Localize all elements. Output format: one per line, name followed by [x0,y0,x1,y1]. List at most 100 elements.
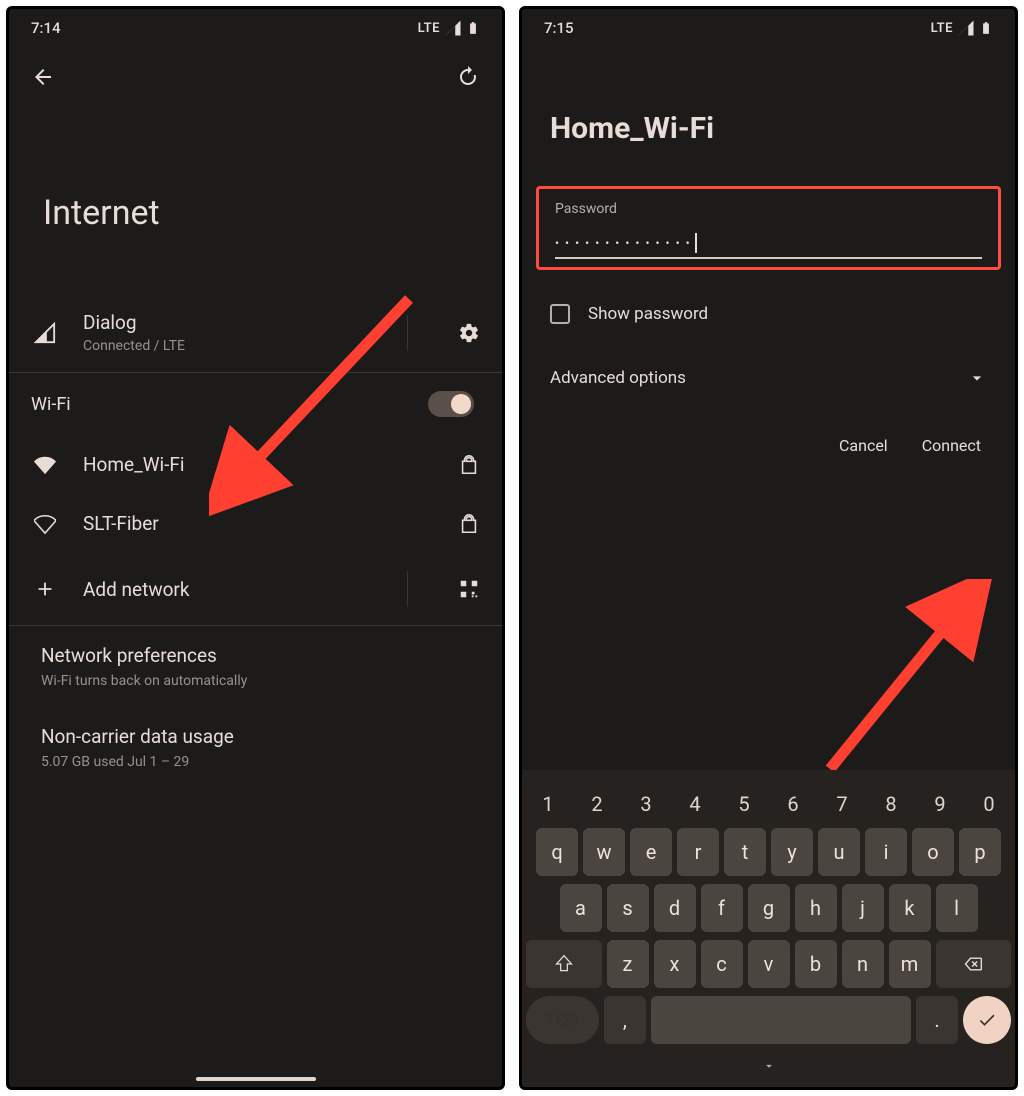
screenshot-left: 7:14 LTE Internet Dialog Connected / LTE… [6,6,505,1090]
signal-tri-icon [31,322,59,344]
wifi-icon [31,454,59,476]
backspace-icon [961,954,985,974]
show-password-row[interactable]: Show password [522,270,1015,338]
signal-icon [957,19,975,37]
data-usage-row[interactable]: Non-carrier data usage 5.07 GB used Jul … [9,707,502,788]
enter-key[interactable] [963,996,1011,1044]
signal-label: LTE [418,21,440,36]
network-row-slt[interactable]: SLT-Fiber [9,494,502,553]
key-x[interactable]: x [654,940,696,988]
divider [407,315,408,351]
prefs-sub: Wi-Fi turns back on automatically [41,673,470,689]
status-bar: 7:14 LTE [9,9,502,41]
key-6[interactable]: 6 [771,788,815,820]
network-preferences-row[interactable]: Network preferences Wi-Fi turns back on … [9,626,502,707]
keyboard-number-row: 1 2 3 4 5 6 7 8 9 0 [526,788,1011,820]
key-m[interactable]: m [889,940,931,988]
signal-label: LTE [931,21,953,36]
key-q[interactable]: q [536,828,578,876]
connect-button[interactable]: Connect [922,436,981,455]
shift-key[interactable] [526,940,602,988]
keyboard-collapse-handle[interactable] [526,1052,1011,1077]
key-o[interactable]: o [912,828,954,876]
key-n[interactable]: n [842,940,884,988]
advanced-options-label: Advanced options [550,368,686,388]
clock: 7:15 [544,19,574,37]
page-title: Internet [9,93,502,293]
soft-keyboard: 1 2 3 4 5 6 7 8 9 0 q w e r t y u i o p … [522,770,1015,1087]
key-d[interactable]: d [654,884,696,932]
check-icon [977,1010,997,1030]
lock-icon [444,454,480,476]
refresh-button[interactable] [456,65,480,93]
key-f[interactable]: f [701,884,743,932]
home-indicator [196,1077,316,1081]
key-c[interactable]: c [701,940,743,988]
wifi-section-label: Wi-Fi [31,394,71,415]
carrier-row[interactable]: Dialog Connected / LTE [9,293,502,372]
battery-icon [466,19,480,37]
key-0[interactable]: 0 [967,788,1011,820]
key-3[interactable]: 3 [624,788,668,820]
key-j[interactable]: j [842,884,884,932]
key-t[interactable]: t [724,828,766,876]
wifi-weak-icon [31,513,59,535]
password-input[interactable]: •••••••••••••• [555,233,982,259]
carrier-status: Connected / LTE [83,338,383,354]
key-2[interactable]: 2 [575,788,619,820]
wifi-toggle[interactable] [428,391,474,417]
key-i[interactable]: i [865,828,907,876]
lock-icon [444,513,480,535]
key-b[interactable]: b [795,940,837,988]
spacebar-key[interactable] [651,996,911,1044]
carrier-settings-button[interactable] [444,322,480,344]
backspace-key[interactable] [936,940,1012,988]
key-4[interactable]: 4 [673,788,717,820]
key-w[interactable]: w [583,828,625,876]
clock: 7:14 [31,19,61,37]
password-highlight-box: Password •••••••••••••• [536,186,1001,270]
key-u[interactable]: u [818,828,860,876]
add-network-label: Add network [83,578,383,601]
cancel-button[interactable]: Cancel [839,436,888,455]
plus-icon [31,578,59,600]
status-bar: 7:15 LTE [522,9,1015,41]
back-button[interactable] [31,65,55,93]
network-ssid: SLT-Fiber [83,512,420,535]
key-e[interactable]: e [630,828,672,876]
key-r[interactable]: r [677,828,719,876]
key-l[interactable]: l [936,884,978,932]
key-5[interactable]: 5 [722,788,766,820]
prefs-title: Network preferences [41,644,470,667]
key-h[interactable]: h [795,884,837,932]
key-y[interactable]: y [771,828,813,876]
comma-key[interactable]: , [604,996,646,1044]
app-bar [9,41,502,93]
key-8[interactable]: 8 [869,788,913,820]
key-g[interactable]: g [748,884,790,932]
key-a[interactable]: a [560,884,602,932]
key-s[interactable]: s [607,884,649,932]
key-k[interactable]: k [889,884,931,932]
key-p[interactable]: p [959,828,1001,876]
text-cursor [695,233,697,253]
battery-icon [979,19,993,37]
annotation-arrow [820,579,1000,779]
symbols-key[interactable]: ?123 [526,996,599,1044]
key-z[interactable]: z [607,940,649,988]
advanced-options-row[interactable]: Advanced options [522,338,1015,418]
show-password-label: Show password [588,304,708,324]
screenshot-right: 7:15 LTE Home_Wi-Fi Password •••••••••••… [519,6,1018,1090]
key-v[interactable]: v [748,940,790,988]
key-9[interactable]: 9 [918,788,962,820]
password-mask: •••••••••••••• [555,236,696,250]
chevron-down-icon [759,1059,779,1073]
checkbox-unchecked-icon[interactable] [550,304,570,324]
network-row-home[interactable]: Home_Wi-Fi [9,435,502,494]
dialog-ssid-title: Home_Wi-Fi [522,41,1015,186]
period-key[interactable]: . [916,996,958,1044]
key-1[interactable]: 1 [526,788,570,820]
key-7[interactable]: 7 [820,788,864,820]
add-network-row[interactable]: Add network [9,553,502,625]
qr-scan-button[interactable] [444,578,480,600]
